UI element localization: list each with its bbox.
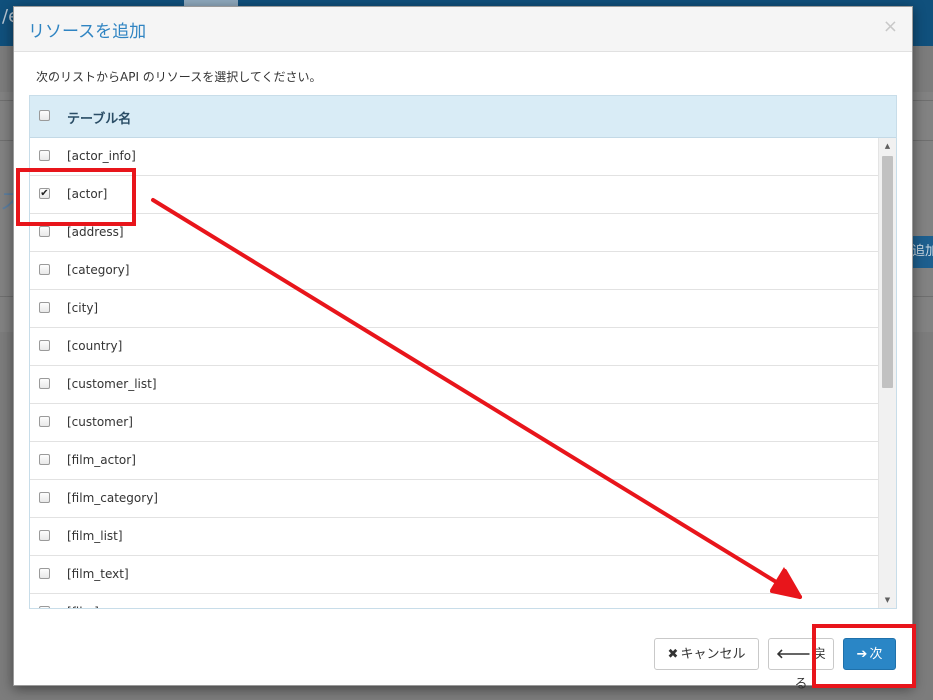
annotation-arrow — [151, 198, 802, 599]
annotation-arrow-line — [151, 198, 788, 590]
